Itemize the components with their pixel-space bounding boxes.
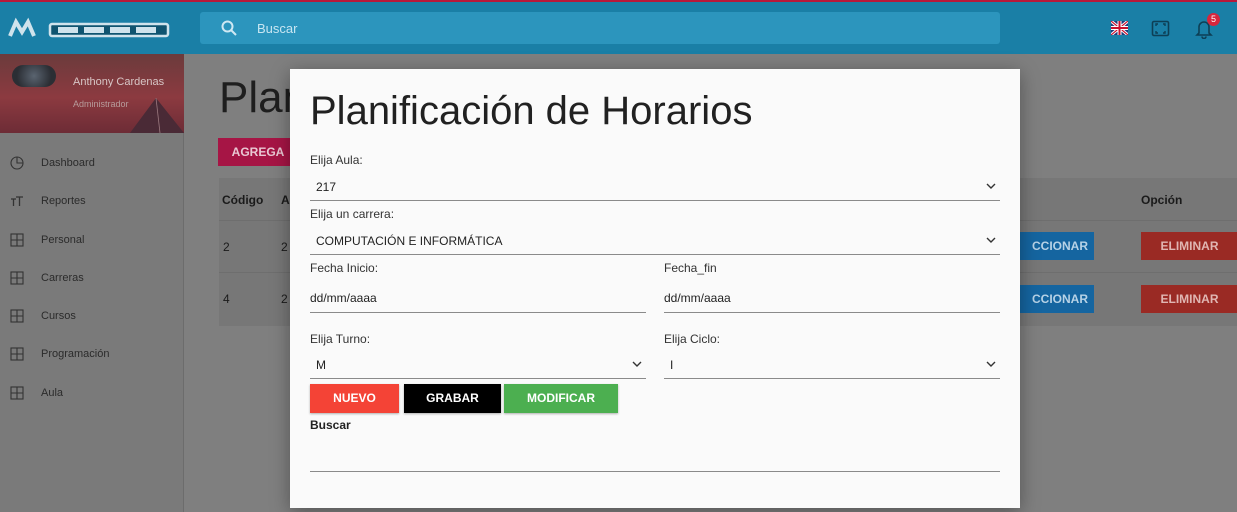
modificar-button[interactable]: MODIFICAR: [504, 384, 618, 413]
grabar-button[interactable]: GRABAR: [404, 384, 501, 413]
buscar-input[interactable]: [310, 441, 1000, 472]
sidebar-item-cursos[interactable]: Cursos: [0, 303, 184, 341]
nuevo-button[interactable]: NUEVO: [310, 384, 399, 413]
sidebar-item-label: Reportes: [41, 195, 86, 208]
fecha-fin-value: dd/mm/aaaa: [664, 291, 731, 305]
sidebar-item-label: Programación: [41, 348, 110, 361]
top-bar: 5: [0, 0, 1237, 54]
fecha-fin-input[interactable]: dd/mm/aaaa: [664, 283, 1000, 313]
cell-aula: 2: [281, 240, 288, 254]
pie-chart-icon: [10, 156, 24, 170]
fecha-fin-label: Fecha_fin: [664, 261, 717, 275]
grid-icon: [10, 386, 24, 400]
turno-select[interactable]: M: [310, 351, 646, 379]
sidebar-item-aula[interactable]: Aula: [0, 380, 184, 418]
sidebar-item-dashboard[interactable]: Dashboard: [0, 150, 184, 188]
sidebar-item-label: Cursos: [41, 310, 76, 323]
ciclo-value: I: [670, 358, 674, 372]
sidebar-item-reportes[interactable]: Reportes: [0, 188, 184, 226]
sidebar-item-label: Dashboard: [41, 157, 95, 169]
sidebar-item-programacion[interactable]: Programación: [0, 341, 184, 379]
turno-label: Elija Turno:: [310, 332, 371, 346]
column-header-codigo: Código: [222, 193, 264, 207]
schedule-modal: Planificación de Horarios Elija Aula: 21…: [290, 69, 1020, 508]
mountain-decoration: [130, 97, 184, 133]
aula-label: Elija Aula:: [310, 153, 363, 167]
grid-icon: [10, 271, 24, 285]
chevron-down-icon: [986, 361, 996, 367]
add-button[interactable]: AGREGA: [218, 138, 298, 166]
sidebar-item-label: Personal: [41, 233, 85, 246]
select-button[interactable]: CCIONAR: [1017, 232, 1094, 260]
fecha-inicio-input[interactable]: dd/mm/aaaa: [310, 283, 646, 313]
carrera-value: COMPUTACIÓN E INFORMÁTICA: [316, 234, 503, 248]
delete-button[interactable]: ELIMINAR: [1141, 285, 1237, 313]
grid-icon: [10, 309, 24, 323]
chevron-down-icon: [986, 183, 996, 189]
cell-codigo: 2: [223, 240, 230, 254]
search-input[interactable]: [257, 12, 957, 44]
fecha-inicio-label: Fecha Inicio:: [310, 261, 379, 275]
user-role: Administrador: [73, 99, 129, 109]
fullscreen-icon[interactable]: [1151, 19, 1170, 38]
select-button[interactable]: CCIONAR: [1017, 285, 1094, 313]
buscar-label: Buscar: [310, 418, 351, 432]
aula-select[interactable]: 217: [310, 173, 1000, 201]
carrera-select[interactable]: COMPUTACIÓN E INFORMÁTICA: [310, 227, 1000, 255]
delete-button[interactable]: ELIMINAR: [1141, 232, 1237, 260]
carrera-label: Elija un carrera:: [310, 207, 395, 221]
cell-codigo: 4: [223, 292, 230, 306]
grid-icon: [10, 233, 24, 247]
sidebar-item-personal[interactable]: Personal: [0, 227, 184, 265]
search-icon[interactable]: [220, 19, 238, 37]
aula-value: 217: [316, 180, 337, 194]
sidebar-item-label: Carreras: [41, 271, 84, 284]
sidebar-item-label: Aula: [41, 386, 64, 399]
user-name: Anthony Cardenas: [73, 76, 165, 88]
column-header-opcion: Opción: [1141, 193, 1183, 207]
text-size-icon: [11, 196, 23, 207]
logo[interactable]: [8, 16, 173, 42]
chevron-down-icon: [986, 237, 996, 243]
search-bar: [200, 12, 1000, 44]
uk-flag-icon[interactable]: [1111, 21, 1128, 35]
ciclo-label: Elija Ciclo:: [664, 332, 721, 346]
column-header-aula: A: [281, 193, 290, 207]
notification-badge: 5: [1207, 13, 1220, 26]
fecha-inicio-value: dd/mm/aaaa: [310, 291, 377, 305]
ciclo-select[interactable]: I: [664, 351, 1000, 379]
grid-icon: [10, 347, 24, 362]
modal-title: Planificación de Horarios: [310, 89, 753, 133]
sidebar: Anthony Cardenas Administrador Dashboard…: [0, 54, 184, 512]
cell-aula: 2: [281, 292, 288, 306]
user-profile: Anthony Cardenas Administrador: [0, 54, 184, 133]
sidebar-item-carreras[interactable]: Carreras: [0, 265, 184, 303]
chevron-down-icon: [632, 361, 642, 367]
sidebar-nav: Dashboard Reportes Personal Carreras Cur…: [0, 150, 184, 418]
turno-value: M: [316, 358, 326, 372]
avatar[interactable]: [12, 65, 56, 87]
